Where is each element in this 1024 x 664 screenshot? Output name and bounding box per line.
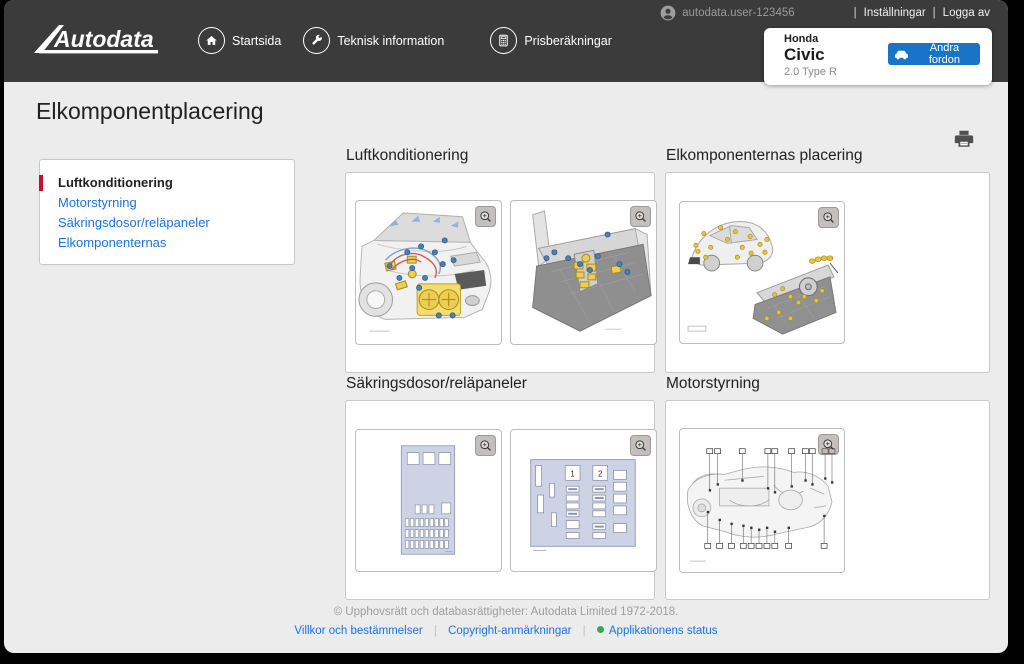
sidebar-item-elkomponenternas[interactable]: Elkomponenternas bbox=[40, 233, 294, 253]
sidebar-item-label: Luftkonditionering bbox=[58, 175, 173, 190]
thumbnail-panel bbox=[345, 172, 655, 373]
magnifier-plus-icon bbox=[821, 210, 836, 225]
thumbnail-component-location[interactable] bbox=[679, 201, 845, 344]
thumbnail-panel bbox=[665, 400, 990, 600]
active-indicator-bar bbox=[39, 175, 43, 191]
separator: | bbox=[583, 625, 586, 637]
sidebar-item-label: Säkringsdosor/reläpaneler bbox=[58, 215, 210, 230]
change-vehicle-label: Ändra fordon bbox=[915, 42, 974, 66]
wrench-icon bbox=[303, 27, 330, 54]
magnifier-plus-icon bbox=[478, 209, 493, 224]
change-vehicle-button[interactable]: Ändra fordon bbox=[888, 43, 980, 65]
sidebar-item-motorstyrning[interactable]: Motorstyrning bbox=[40, 193, 294, 213]
user-avatar-icon bbox=[660, 5, 676, 21]
home-icon bbox=[198, 27, 225, 54]
section-sakringsdosor: Säkringsdosor/reläpaneler bbox=[345, 374, 655, 600]
logo-text: Autodata bbox=[53, 26, 154, 52]
main-nav: Startsida Teknisk information Prisberäkn… bbox=[198, 27, 634, 54]
sidebar-item-label: Motorstyrning bbox=[58, 195, 137, 210]
page-title: Elkomponentplacering bbox=[36, 98, 264, 125]
zoom-thumbnail-button[interactable] bbox=[630, 435, 651, 456]
section-title: Motorstyrning bbox=[666, 374, 990, 393]
car-icon bbox=[894, 49, 909, 60]
calculator-icon bbox=[490, 27, 517, 54]
separator: | bbox=[434, 625, 437, 637]
vehicle-card: Honda Civic 2.0 Type R Ändra fordon bbox=[764, 28, 992, 85]
username: autodata.user-123456 bbox=[682, 7, 795, 19]
thumbnail-engine-management[interactable] bbox=[679, 428, 845, 573]
app-window: autodata.user-123456 | Inställningar | L… bbox=[4, 0, 1008, 653]
sidebar-item-luftkonditionering[interactable]: Luftkonditionering bbox=[40, 173, 294, 193]
section-elkomponenternas-placering: Elkomponenternas placering bbox=[665, 146, 990, 373]
autodata-logo[interactable]: Autodata bbox=[32, 20, 162, 60]
separator: | bbox=[933, 7, 936, 19]
footer-link-copyright-notices[interactable]: Copyright-anmärkningar bbox=[448, 625, 571, 637]
zoom-thumbnail-button[interactable] bbox=[475, 435, 496, 456]
nav-label: Teknisk information bbox=[337, 34, 444, 48]
magnifier-plus-icon bbox=[633, 438, 648, 453]
separator: | bbox=[854, 7, 857, 19]
footer-link-application-status[interactable]: Applikationens status bbox=[609, 625, 718, 637]
nav-label: Startsida bbox=[232, 34, 281, 48]
magnifier-plus-icon bbox=[478, 438, 493, 453]
vehicle-make: Honda bbox=[784, 33, 818, 45]
status-green-dot-icon bbox=[597, 626, 604, 633]
nav-label: Prisberäkningar bbox=[524, 34, 612, 48]
fuse-label: 2 bbox=[598, 469, 602, 478]
thumbnail-fusebox-vertical[interactable] bbox=[355, 429, 502, 572]
section-luftkonditionering: Luftkonditionering bbox=[345, 146, 655, 373]
zoom-thumbnail-button[interactable] bbox=[818, 434, 839, 455]
sidebar-menu: Luftkonditionering Motorstyrning Säkring… bbox=[39, 159, 295, 265]
section-title: Elkomponenternas placering bbox=[666, 146, 990, 165]
nav-item-prisberakningar[interactable]: Prisberäkningar bbox=[490, 27, 612, 54]
logout-link[interactable]: Logga av bbox=[943, 7, 990, 19]
nav-item-teknisk-information[interactable]: Teknisk information bbox=[303, 27, 444, 54]
user-bar: autodata.user-123456 | Inställningar | L… bbox=[660, 5, 990, 21]
zoom-thumbnail-button[interactable] bbox=[818, 207, 839, 228]
copyright-text: © Upphovsrätt och databasrättigheter: Au… bbox=[4, 606, 1008, 618]
zoom-thumbnail-button[interactable] bbox=[630, 206, 651, 227]
footer: © Upphovsrätt och databasrättigheter: Au… bbox=[4, 606, 1008, 637]
thumbnail-fusebox-panel[interactable]: 1 2 bbox=[510, 429, 657, 572]
zoom-thumbnail-button[interactable] bbox=[475, 206, 496, 227]
thumbnail-ac-interior[interactable] bbox=[510, 200, 657, 345]
thumbnail-ac-engine-bay[interactable] bbox=[355, 200, 502, 345]
section-title: Luftkonditionering bbox=[346, 146, 655, 165]
thumbnail-panel: 1 2 bbox=[345, 400, 655, 600]
vehicle-model: Civic bbox=[784, 45, 825, 65]
thumbnail-panel bbox=[665, 172, 990, 373]
magnifier-plus-icon bbox=[821, 437, 836, 452]
footer-link-terms[interactable]: Villkor och bestämmelser bbox=[294, 625, 422, 637]
sidebar-item-sakringsdosor[interactable]: Säkringsdosor/reläpaneler bbox=[40, 213, 294, 233]
sidebar-item-label: Elkomponenternas bbox=[58, 235, 166, 250]
nav-item-startsida[interactable]: Startsida bbox=[198, 27, 281, 54]
section-motorstyrning: Motorstyrning bbox=[665, 374, 990, 600]
fuse-label: 1 bbox=[570, 469, 574, 478]
vehicle-variant: 2.0 Type R bbox=[784, 66, 837, 78]
autodata-logo-icon: Autodata bbox=[32, 20, 162, 60]
section-title: Säkringsdosor/reläpaneler bbox=[346, 374, 655, 393]
settings-link[interactable]: Inställningar bbox=[864, 7, 926, 19]
magnifier-plus-icon bbox=[633, 209, 648, 224]
